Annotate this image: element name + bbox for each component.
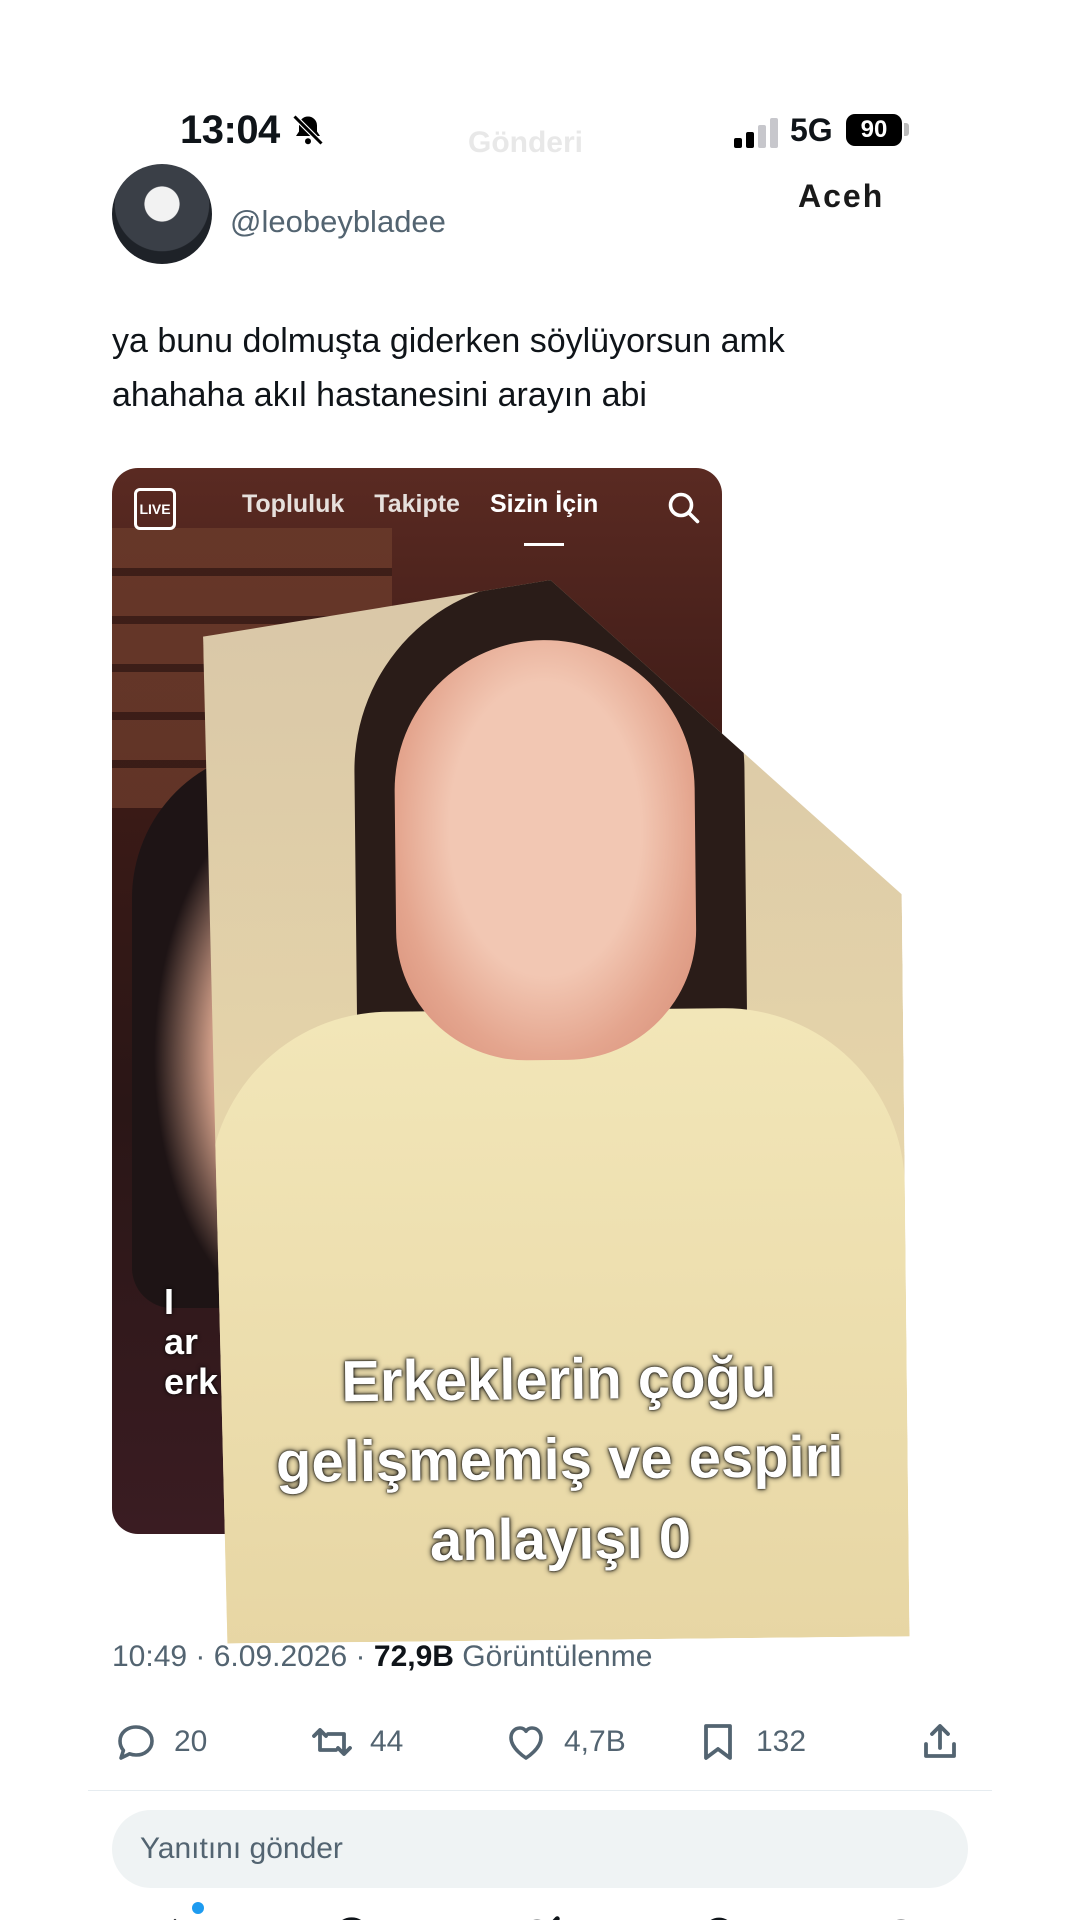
search-icon[interactable] (328, 1912, 382, 1920)
tweet-date: 6.09.2026 (213, 1640, 348, 1673)
overlay-video-frame[interactable]: Erkeklerin çoğu gelişmemiş ve espiri anl… (202, 576, 909, 1643)
video-caption-line: anlayışı 0 (429, 1505, 692, 1574)
person-face (393, 639, 697, 1062)
like-count: 4,7B (564, 1725, 626, 1758)
notification-dot (192, 1902, 204, 1914)
retweet-icon (312, 1728, 352, 1756)
divider (88, 1790, 992, 1791)
messages-icon[interactable] (874, 1912, 928, 1920)
retweet-count: 44 (370, 1725, 404, 1758)
display-name[interactable]: Aceh (798, 178, 884, 215)
reply-button[interactable]: 20 (112, 1714, 207, 1770)
retweet-button[interactable]: 44 (308, 1714, 403, 1770)
tab-sizin-icin: Sizin İçin (490, 490, 598, 546)
video-tabs: Topluluk Takipte Sizin İçin (242, 490, 598, 546)
like-button[interactable]: 4,7B (502, 1714, 626, 1770)
user-handle[interactable]: @leobeybladee (230, 204, 446, 240)
reply-count: 20 (174, 1725, 208, 1758)
notifications-icon[interactable] (692, 1912, 746, 1920)
tab-takipte: Takipte (374, 490, 460, 518)
tweet-text-line: ahahaha akıl hastanesini arayın abi (112, 376, 647, 414)
grok-icon[interactable] (510, 1912, 564, 1920)
live-icon: LIVE (134, 488, 176, 530)
home-icon[interactable] (148, 1912, 202, 1920)
tweet-text-line: ya bunu dolmuşta giderken söylüyorsun am… (112, 322, 785, 360)
status-time: 13:04 (180, 108, 280, 152)
action-bar: 20 44 4,7B 132 (112, 1714, 972, 1774)
share-button[interactable] (916, 1714, 964, 1770)
video-caption-line: gelişmemiş ve espiri (275, 1424, 844, 1495)
heart-icon (509, 1726, 543, 1760)
video-caption: Erkeklerin çoğu gelişmemiş ve espiri anl… (210, 1336, 908, 1583)
bottom-nav (88, 1902, 992, 1920)
signal-icon (734, 118, 778, 148)
bell-slash-icon (292, 114, 324, 146)
background-caption: I ar erk (164, 1282, 218, 1402)
background-caption-line: erk (164, 1361, 219, 1402)
reply-input[interactable]: Yanıtını gönder (112, 1810, 968, 1888)
bookmark-button[interactable]: 132 (694, 1714, 806, 1770)
share-icon (924, 1724, 956, 1758)
bookmark-count: 132 (756, 1725, 807, 1758)
tweet-detail-screen: Gönderi 13:04 5G 90 Aceh @leobeybladee y… (88, 60, 992, 1920)
header-title: Gönderi (468, 126, 584, 159)
battery-indicator: 90 (846, 114, 902, 146)
bookmark-icon (704, 1724, 732, 1760)
network-type: 5G (790, 112, 833, 148)
reply-icon (118, 1725, 154, 1760)
battery-tip (904, 123, 909, 136)
tweet-time: 10:49 (112, 1640, 188, 1673)
views-label: Görüntülenme (462, 1640, 653, 1673)
search-icon (668, 492, 700, 524)
tab-topluluk: Topluluk (242, 490, 345, 518)
tweet-meta: 10:49 · 6.09.2026 · 72,9B Görüntülenme (112, 1640, 653, 1673)
avatar[interactable] (112, 164, 212, 264)
tweet-text: ya bunu dolmuşta giderken söylüyorsun am… (112, 314, 962, 422)
background-caption-line: ar (164, 1321, 199, 1362)
video-caption-line: Erkeklerin çoğu (340, 1344, 777, 1415)
view-count[interactable]: 72,9B (374, 1640, 454, 1673)
background-caption-line: I (164, 1281, 175, 1322)
